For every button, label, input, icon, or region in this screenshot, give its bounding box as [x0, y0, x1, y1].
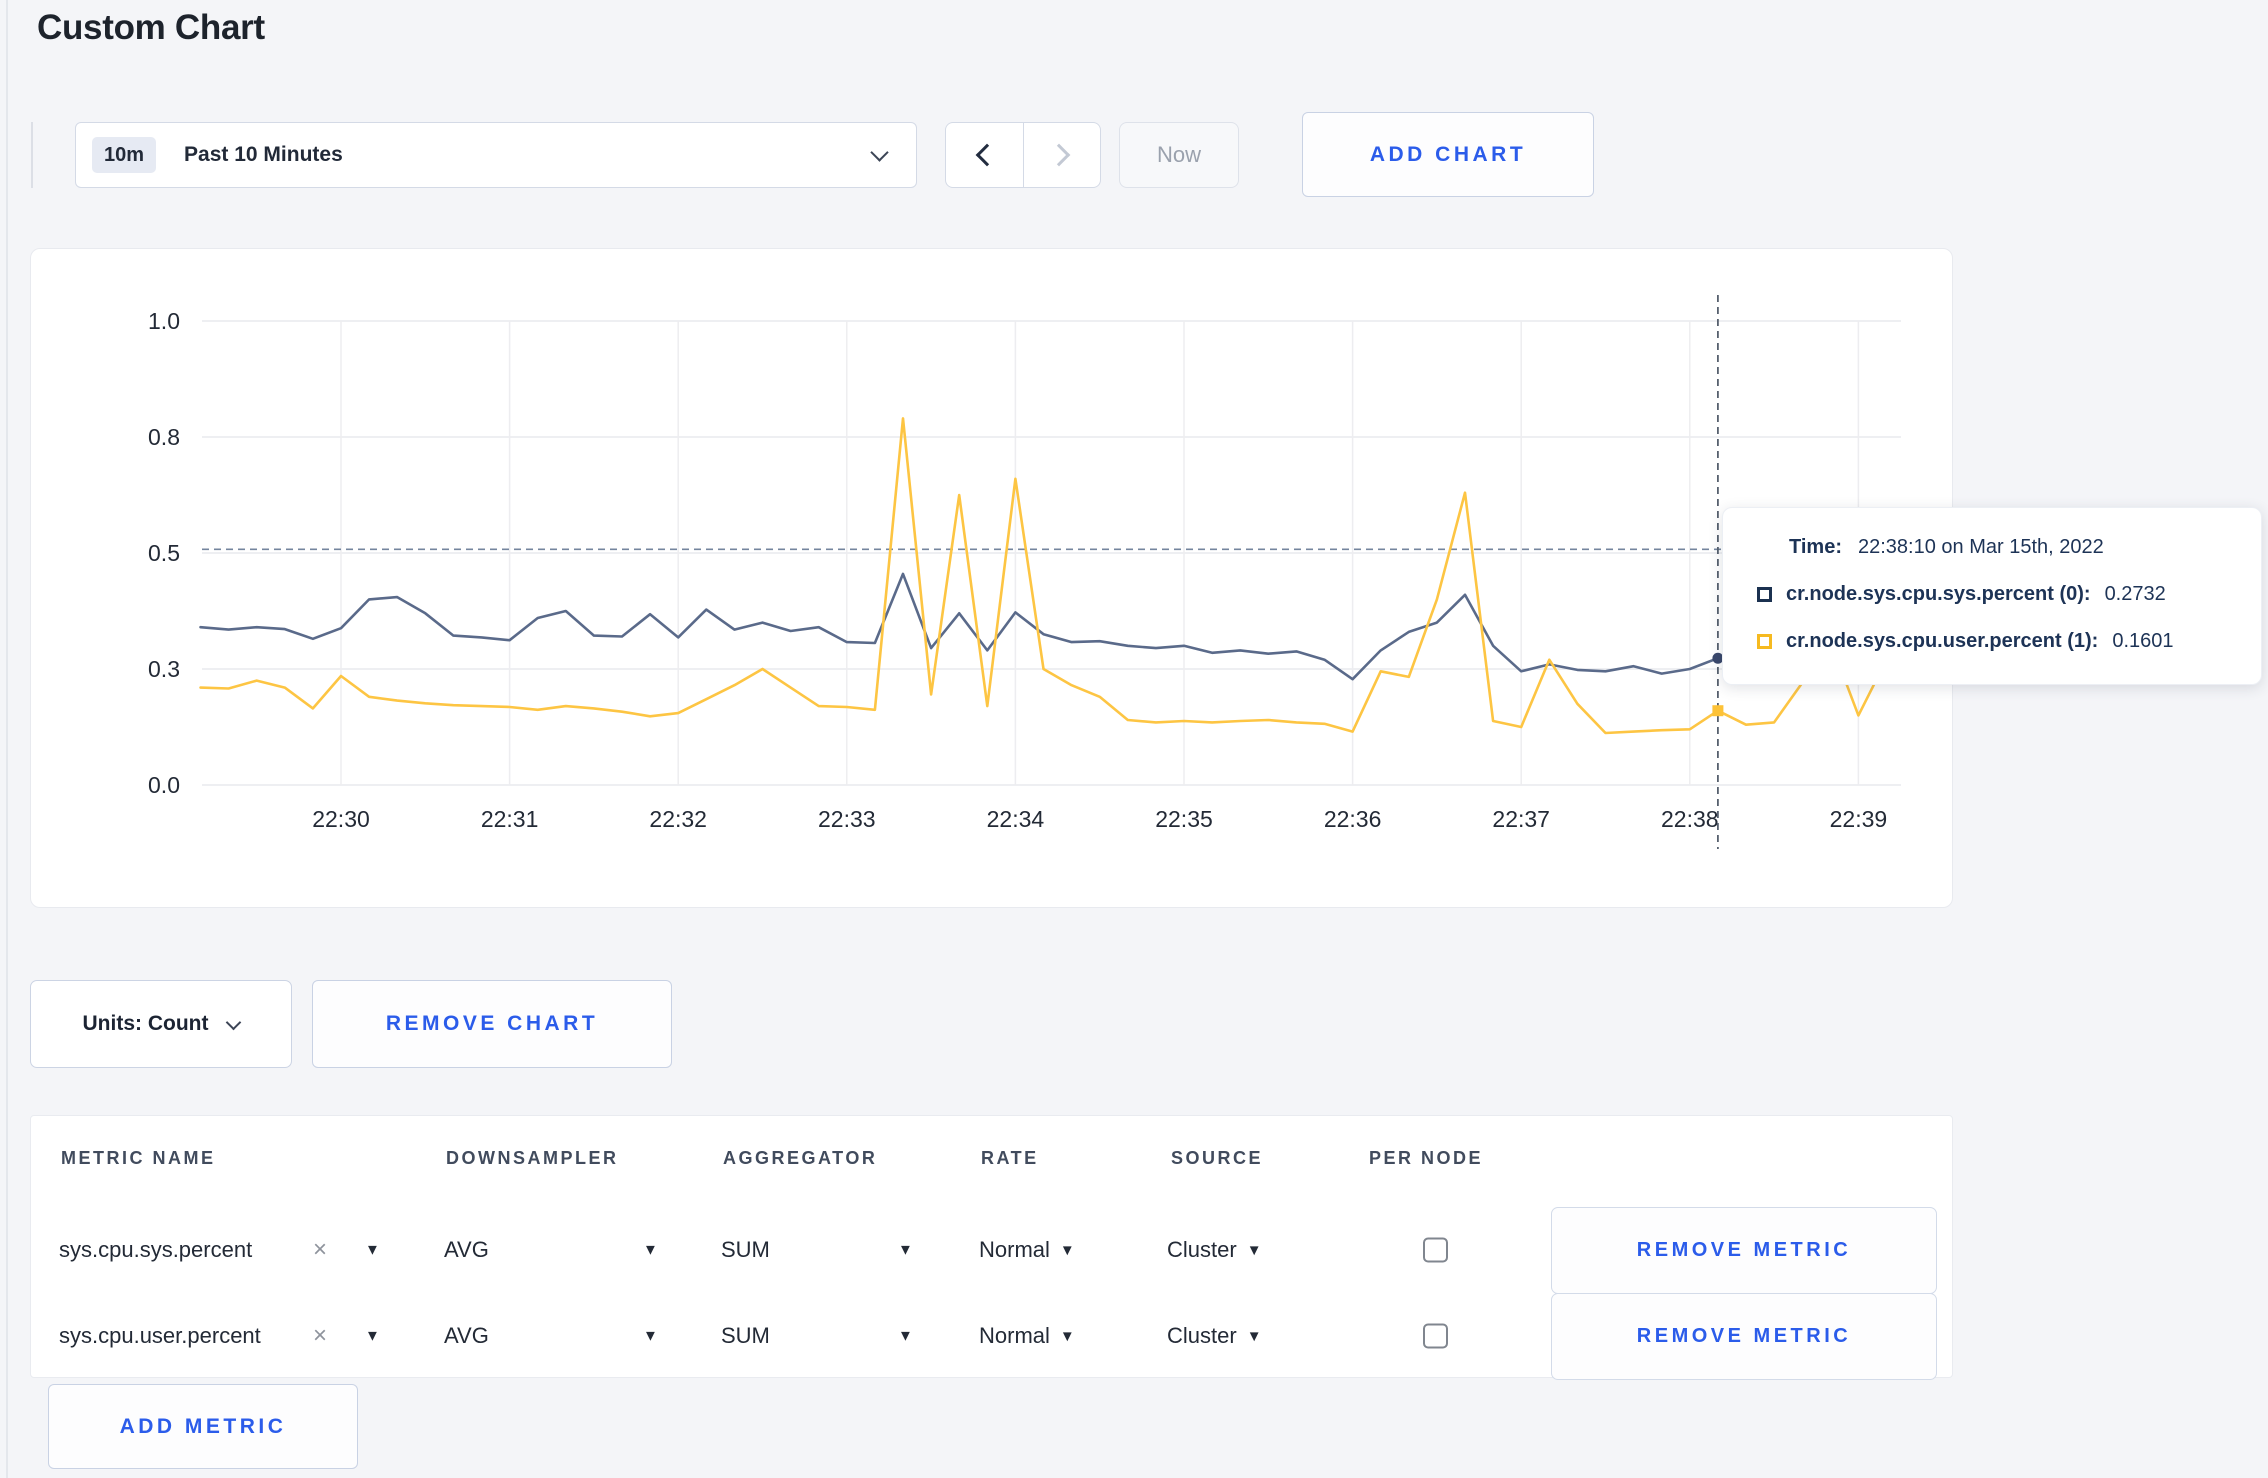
- rate-value: Normal: [979, 1237, 1050, 1262]
- svg-text:0.5: 0.5: [148, 540, 180, 566]
- rate-dropdown[interactable]: Normal ▼: [979, 1237, 1075, 1263]
- svg-text:22:32: 22:32: [649, 806, 707, 832]
- time-range-label: Past 10 Minutes: [184, 143, 343, 166]
- rate-caret-icon: ▼: [1059, 1241, 1075, 1259]
- series-user-swatch-icon: [1757, 634, 1772, 649]
- source-caret-icon: ▼: [1246, 1327, 1262, 1345]
- col-header-aggregator: AGGREGATOR: [723, 1148, 878, 1168]
- tooltip-series-row: cr.node.sys.cpu.user.percent (1): 0.1601: [1757, 630, 2237, 653]
- time-range-badge: 10m: [92, 137, 157, 173]
- svg-text:22:39: 22:39: [1830, 806, 1888, 832]
- tooltip-sys-label: cr.node.sys.cpu.sys.percent (0):: [1786, 583, 2091, 605]
- chart-card: 0.0 0.3 0.5 0.8 1.0 22:30 22:31 22:32 22:33 22:34…: [30, 248, 2262, 909]
- units-dropdown[interactable]: Units: Count: [30, 980, 292, 1068]
- tooltip-series-row: cr.node.sys.cpu.sys.percent (0): 0.2732: [1757, 583, 2237, 606]
- downsampler-value[interactable]: AVG: [444, 1323, 489, 1349]
- svg-text:0.3: 0.3: [148, 656, 180, 682]
- chevron-down-icon: [226, 1014, 242, 1030]
- aggregator-caret-icon[interactable]: ▼: [898, 1242, 913, 1259]
- downsampler-caret-icon[interactable]: ▼: [643, 1242, 658, 1259]
- tooltip-time-value: 22:38:10 on Mar 15th, 2022: [1857, 536, 2104, 558]
- per-node-checkbox[interactable]: [1423, 1323, 1448, 1349]
- tooltip-user-value: 0.1601: [2112, 630, 2174, 652]
- chart-hover-tooltip: Time: 22:38:10 on Mar 15th, 2022 cr.node…: [1722, 507, 2262, 685]
- cpu-usage-chart[interactable]: 0.0 0.3 0.5 0.8 1.0 22:30 22:31 22:32 22:33 22:34…: [31, 249, 1954, 909]
- downsampler-value[interactable]: AVG: [444, 1237, 489, 1263]
- metric-name-value[interactable]: sys.cpu.user.percent: [59, 1323, 261, 1349]
- rate-value: Normal: [979, 1323, 1050, 1348]
- svg-text:1.0: 1.0: [148, 308, 180, 334]
- source-value: Cluster: [1167, 1323, 1237, 1348]
- per-node-checkbox[interactable]: [1423, 1237, 1448, 1263]
- now-button[interactable]: Now: [1119, 122, 1239, 188]
- tooltip-user-label: cr.node.sys.cpu.user.percent (1):: [1786, 630, 2099, 652]
- aggregator-value[interactable]: SUM: [721, 1323, 770, 1349]
- source-dropdown[interactable]: Cluster ▼: [1167, 1237, 1262, 1263]
- time-nav-group: [945, 122, 1101, 188]
- svg-text:0.8: 0.8: [148, 424, 180, 450]
- svg-text:22:35: 22:35: [1155, 806, 1213, 832]
- units-label: Units: Count: [82, 1012, 209, 1035]
- metrics-table: METRIC NAME DOWNSAMPLER AGGREGATOR RATE …: [30, 1115, 1953, 1380]
- chevron-right-icon: [1047, 143, 1071, 167]
- remove-chart-button[interactable]: REMOVE CHART: [312, 980, 672, 1068]
- metric-dropdown-caret-icon[interactable]: ▼: [365, 1328, 380, 1345]
- chevron-down-icon: [870, 142, 889, 162]
- svg-text:22:33: 22:33: [818, 806, 876, 832]
- col-header-rate: RATE: [981, 1148, 1039, 1168]
- aggregator-value[interactable]: SUM: [721, 1237, 770, 1263]
- controls-left-divider: [31, 122, 33, 188]
- col-header-per-node: PER NODE: [1369, 1148, 1484, 1168]
- remove-metric-button[interactable]: REMOVE METRIC: [1551, 1207, 1937, 1294]
- source-dropdown[interactable]: Cluster ▼: [1167, 1323, 1262, 1349]
- add-chart-button[interactable]: ADD CHART: [1302, 112, 1594, 197]
- svg-text:22:31: 22:31: [481, 806, 539, 832]
- svg-text:22:37: 22:37: [1492, 806, 1550, 832]
- rate-dropdown[interactable]: Normal ▼: [979, 1323, 1075, 1349]
- table-row: sys.cpu.sys.percent × ▼ AVG ▼ SUM ▼ Norm…: [31, 1207, 1952, 1294]
- col-header-downsampler: DOWNSAMPLER: [446, 1148, 619, 1168]
- add-metric-button[interactable]: ADD METRIC: [48, 1384, 358, 1469]
- time-range-dropdown[interactable]: 10m Past 10 Minutes: [75, 122, 917, 188]
- metric-dropdown-caret-icon[interactable]: ▼: [365, 1242, 380, 1259]
- remove-metric-button[interactable]: REMOVE METRIC: [1551, 1293, 1937, 1380]
- svg-text:22:38: 22:38: [1661, 806, 1719, 832]
- tooltip-time-label: Time:: [1789, 536, 1842, 558]
- prev-time-button[interactable]: [946, 123, 1023, 187]
- svg-text:22:34: 22:34: [987, 806, 1045, 832]
- tooltip-sys-value: 0.2732: [2104, 583, 2166, 605]
- svg-text:22:36: 22:36: [1324, 806, 1382, 832]
- rate-caret-icon: ▼: [1059, 1327, 1075, 1345]
- next-time-button[interactable]: [1022, 123, 1101, 187]
- metric-name-value[interactable]: sys.cpu.sys.percent: [59, 1237, 252, 1263]
- downsampler-caret-icon[interactable]: ▼: [643, 1328, 658, 1345]
- source-caret-icon: ▼: [1246, 1241, 1262, 1259]
- clear-metric-icon[interactable]: ×: [313, 1236, 327, 1264]
- series-sys-swatch-icon: [1757, 587, 1772, 602]
- table-row: sys.cpu.user.percent × ▼ AVG ▼ SUM ▼ Nor…: [31, 1293, 1952, 1380]
- source-value: Cluster: [1167, 1237, 1237, 1262]
- svg-text:22:30: 22:30: [312, 806, 370, 832]
- tooltip-time-row: Time: 22:38:10 on Mar 15th, 2022: [1789, 536, 2237, 559]
- chevron-left-icon: [975, 143, 999, 167]
- col-header-metric-name: METRIC NAME: [61, 1148, 216, 1168]
- col-header-source: SOURCE: [1171, 1148, 1264, 1168]
- svg-text:0.0: 0.0: [148, 772, 180, 798]
- page-title: Custom Chart: [37, 8, 265, 47]
- aggregator-caret-icon[interactable]: ▼: [898, 1328, 913, 1345]
- clear-metric-icon[interactable]: ×: [313, 1322, 327, 1350]
